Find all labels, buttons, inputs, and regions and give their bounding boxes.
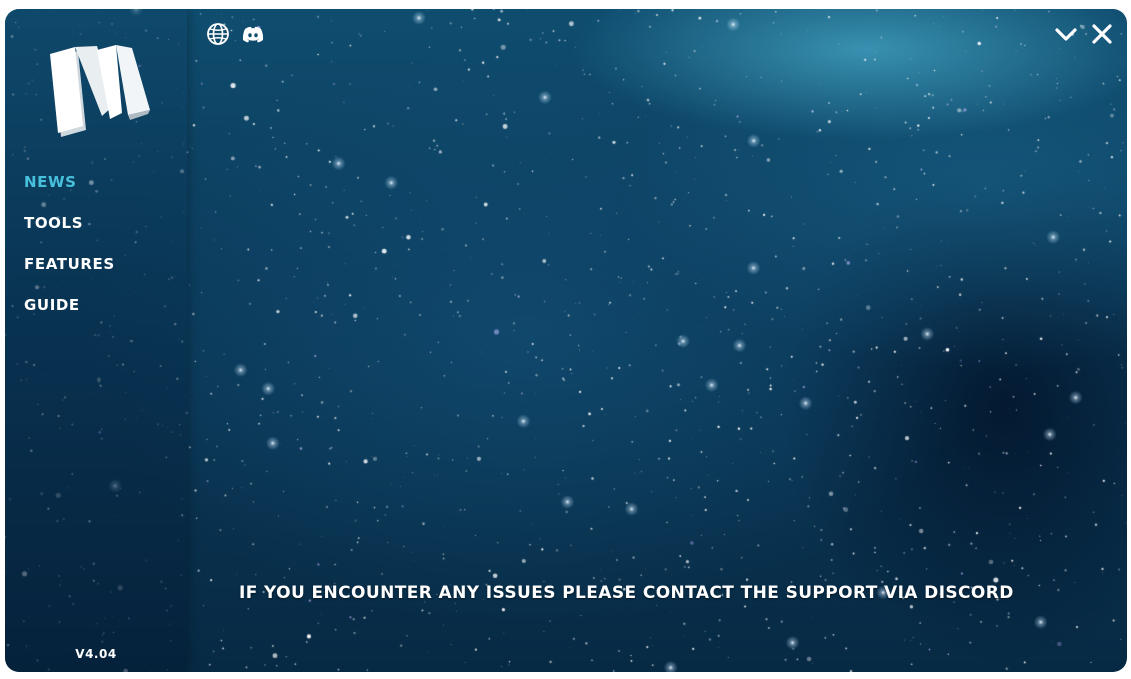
sidebar-item-tools[interactable]: TOOLS [24, 214, 115, 255]
version-label: V4.04 [75, 647, 117, 661]
sidebar: NEWS TOOLS FEATURES GUIDE V4.04 [5, 9, 187, 672]
support-message: IF YOU ENCOUNTER ANY ISSUES PLEASE CONTA… [239, 583, 1014, 603]
app-window: NEWS TOOLS FEATURES GUIDE V4.04 IF YOU E… [5, 9, 1127, 672]
sidebar-nav: NEWS TOOLS FEATURES GUIDE [24, 173, 115, 337]
close-icon[interactable] [1089, 21, 1115, 47]
sidebar-item-news[interactable]: NEWS [24, 173, 115, 214]
sidebar-item-features[interactable]: FEATURES [24, 255, 115, 296]
title-bar [187, 9, 1127, 59]
globe-icon[interactable] [205, 21, 231, 47]
sidebar-item-guide[interactable]: GUIDE [24, 296, 115, 337]
app-logo [50, 45, 150, 137]
discord-icon[interactable] [240, 21, 266, 47]
chevron-down-icon[interactable] [1053, 21, 1079, 47]
